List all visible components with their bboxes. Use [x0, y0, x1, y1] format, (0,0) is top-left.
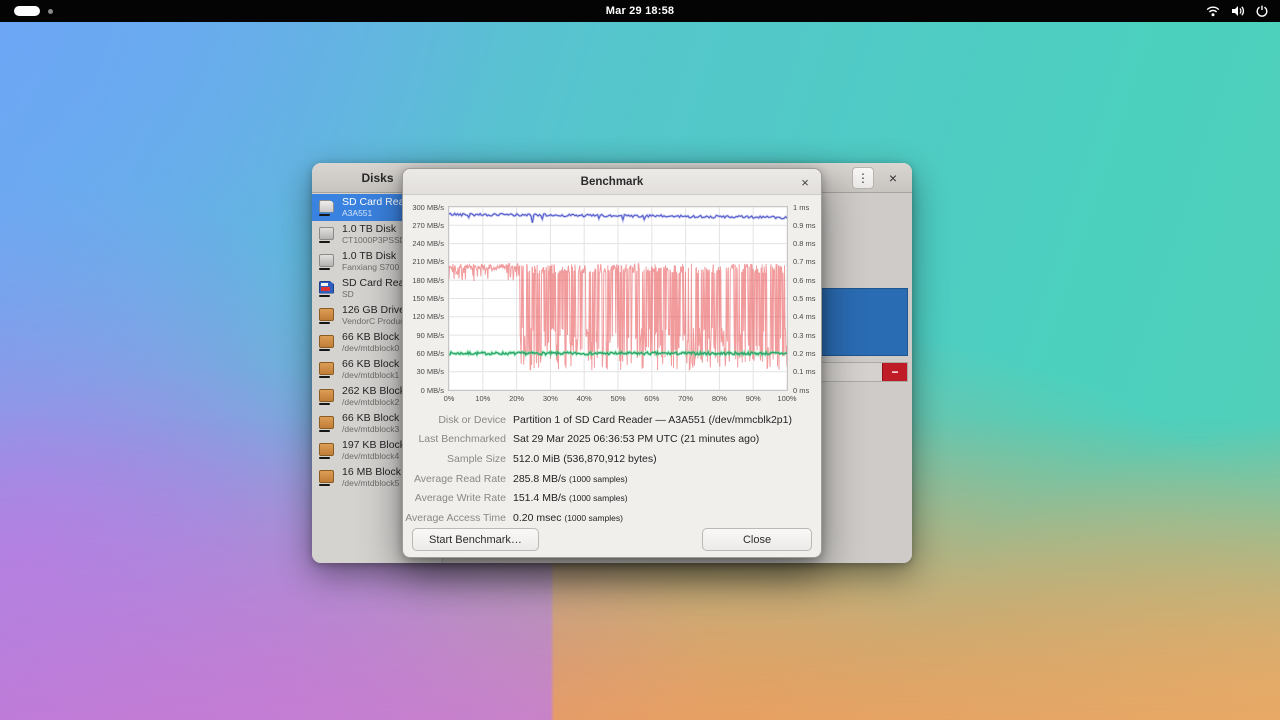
axis-tick-label: 100% — [777, 394, 796, 403]
workspace-indicator[interactable] — [14, 0, 53, 22]
detail-label: Average Access Time — [403, 512, 506, 524]
benchmark-dialog-title: Benchmark — [403, 169, 821, 195]
harddisk-icon — [318, 253, 336, 271]
flash-media-icon — [318, 334, 336, 352]
flash-media-icon — [318, 442, 336, 460]
harddisk-icon — [318, 226, 336, 244]
disks-menu-button[interactable]: ⋮ — [852, 167, 874, 189]
detail-value: 285.8 MB/s (1000 samples) — [513, 473, 815, 485]
axis-tick-label: 270 MB/s — [412, 221, 444, 230]
axis-tick-label: 0 MB/s — [421, 386, 444, 395]
axis-tick-label: 0.6 ms — [793, 276, 816, 285]
close-button[interactable]: Close — [702, 528, 812, 551]
detail-label: Disk or Device — [403, 414, 506, 426]
axis-tick-label: 0.9 ms — [793, 221, 816, 230]
axis-tick-label: 10% — [475, 394, 490, 403]
active-workspace-pill[interactable] — [14, 6, 40, 16]
device-subtitle: CT1000P3PSSD8 — [342, 236, 411, 245]
benchmark-chart — [448, 206, 788, 391]
benchmark-close-button[interactable]: × — [795, 172, 815, 192]
axis-tick-label: 0.5 ms — [793, 294, 816, 303]
benchmark-details: Disk or Device Partition 1 of SD Card Rea… — [403, 410, 815, 528]
axis-tick-label: 80% — [712, 394, 727, 403]
power-icon — [1256, 5, 1268, 17]
axis-tick-label: 0.8 ms — [793, 239, 816, 248]
axis-tick-label: 50% — [610, 394, 625, 403]
system-status-area[interactable] — [1206, 0, 1268, 22]
axis-tick-label: 240 MB/s — [412, 239, 444, 248]
flash-media-icon — [318, 415, 336, 433]
axis-tick-label: 0.2 ms — [793, 349, 816, 358]
flash-media-icon — [318, 361, 336, 379]
benchmark-dialog: Benchmark × 300 MB/s 270 MB/s 240 MB/s 210 … — [402, 168, 822, 558]
axis-tick-label: 30 MB/s — [416, 367, 444, 376]
close-icon: × — [801, 175, 809, 190]
right-axis-ticks: 1 ms 0.9 ms 0.8 ms 0.7 ms 0.6 ms 0.5 ms 0.4 ms… — [793, 206, 825, 391]
detail-label: Average Read Rate — [403, 473, 506, 485]
detail-label: Sample Size — [403, 453, 506, 465]
detail-value: Partition 1 of SD Card Reader — A3A551 (… — [513, 414, 815, 426]
start-benchmark-button[interactable]: Start Benchmark… — [412, 528, 539, 551]
axis-tick-label: 60 MB/s — [416, 349, 444, 358]
detail-row: Average Read Rate 285.8 MB/s (1000 sample… — [403, 469, 815, 489]
detail-value: 151.4 MB/s (1000 samples) — [513, 492, 815, 504]
axis-tick-label: 300 MB/s — [412, 203, 444, 212]
flash-media-icon — [318, 307, 336, 325]
detail-row: Last Benchmarked Sat 29 Mar 2025 06:36:53… — [403, 430, 815, 450]
inactive-workspace-dot[interactable] — [48, 9, 53, 14]
delete-partition-button[interactable]: − — [882, 363, 907, 381]
detail-note: (1000 samples) — [569, 493, 628, 503]
x-axis-ticks: 0%10%20%30%40%50%60%70%80%90%100% — [448, 394, 789, 404]
flash-media-icon — [318, 469, 336, 487]
wifi-icon — [1206, 5, 1220, 17]
clock[interactable]: Mar 29 18:58 — [606, 5, 674, 17]
axis-tick-label: 30% — [543, 394, 558, 403]
detail-row: Average Write Rate 151.4 MB/s (1000 sampl… — [403, 488, 815, 508]
sd-card-grey-icon — [318, 199, 336, 217]
close-icon: × — [889, 170, 897, 186]
axis-tick-label: 0.1 ms — [793, 367, 816, 376]
detail-row: Average Access Time 0.20 msec (1000 sampl… — [403, 508, 815, 528]
axis-tick-label: 0.4 ms — [793, 312, 816, 321]
detail-value: Sat 29 Mar 2025 06:36:53 PM UTC (21 minu… — [513, 433, 815, 445]
axis-tick-label: 1 ms — [793, 203, 809, 212]
axis-tick-label: 0% — [444, 394, 455, 403]
axis-tick-label: 120 MB/s — [412, 312, 444, 321]
benchmark-headerbar[interactable]: Benchmark × — [403, 169, 821, 195]
top-bar: Mar 29 18:58 — [0, 0, 1280, 22]
disks-close-button[interactable]: × — [882, 167, 904, 189]
vertical-dots-icon: ⋮ — [857, 171, 869, 185]
axis-tick-label: 0.3 ms — [793, 331, 816, 340]
axis-tick-label: 90% — [746, 394, 761, 403]
left-axis-ticks: 300 MB/s 270 MB/s 240 MB/s 210 MB/s 180 MB/s… — [403, 206, 444, 391]
desktop: Mar 29 18:58 — [0, 0, 1280, 720]
axis-tick-label: 180 MB/s — [412, 276, 444, 285]
axis-tick-label: 70% — [678, 394, 693, 403]
axis-tick-label: 150 MB/s — [412, 294, 444, 303]
axis-tick-label: 60% — [644, 394, 659, 403]
detail-row: Sample Size 512.0 MiB (536,870,912 bytes) — [403, 449, 815, 469]
device-title: 1.0 TB Disk — [342, 224, 411, 236]
axis-tick-label: 20% — [509, 394, 524, 403]
detail-label: Last Benchmarked — [403, 433, 506, 445]
axis-tick-label: 0.7 ms — [793, 257, 816, 266]
volume-icon — [1231, 5, 1245, 17]
detail-note: (1000 samples) — [564, 513, 623, 523]
detail-value: 512.0 MiB (536,870,912 bytes) — [513, 453, 815, 465]
axis-tick-label: 90 MB/s — [416, 331, 444, 340]
detail-value: 0.20 msec (1000 samples) — [513, 512, 815, 524]
axis-tick-label: 210 MB/s — [412, 257, 444, 266]
flash-media-icon — [318, 388, 336, 406]
axis-tick-label: 40% — [577, 394, 592, 403]
detail-row: Disk or Device Partition 1 of SD Card Rea… — [403, 410, 815, 430]
detail-label: Average Write Rate — [403, 492, 506, 504]
sd-card-color-icon — [318, 280, 336, 298]
detail-note: (1000 samples) — [569, 474, 628, 484]
